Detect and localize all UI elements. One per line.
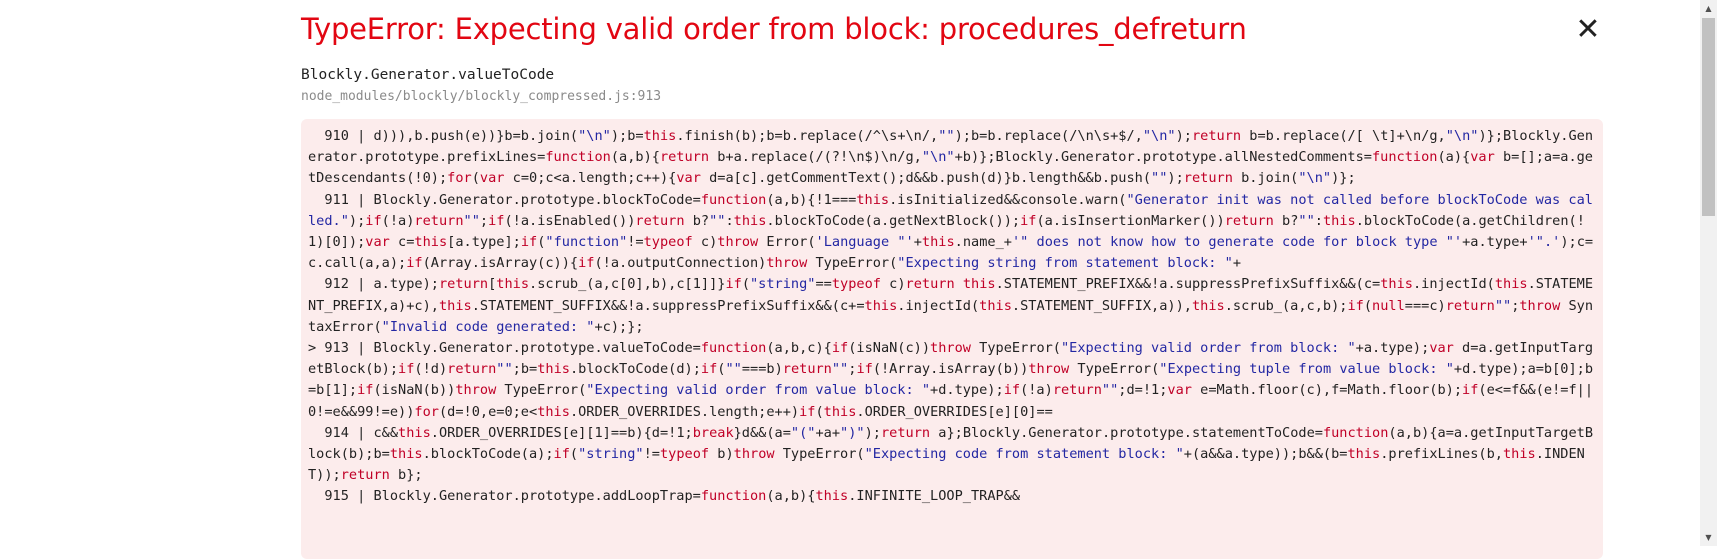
stack-frame-file[interactable]: node_modules/blockly/blockly_compressed.… bbox=[301, 89, 661, 104]
code-line-913-highlighted: > 913 | Blockly.Generator.prototype.valu… bbox=[308, 338, 1598, 423]
line-prefix: > 913 | bbox=[308, 340, 374, 357]
line-prefix: 912 | bbox=[308, 276, 374, 293]
close-icon[interactable]: ✕ bbox=[1572, 14, 1604, 46]
scroll-up-arrow-icon[interactable]: ▲ bbox=[1700, 0, 1717, 17]
scroll-down-arrow-icon[interactable]: ▼ bbox=[1700, 529, 1717, 546]
line-code: Blockly.Generator.prototype.blockToCode=… bbox=[308, 191, 1594, 272]
code-line-910: 910 | d))),b.push(e))}b=b.join("\n");b=t… bbox=[308, 126, 1598, 190]
code-line-912: 912 | a.type);return[this.scrub_(a,c[0],… bbox=[308, 274, 1598, 338]
code-lines: 910 | d))),b.push(e))}b=b.join("\n");b=t… bbox=[308, 126, 1598, 508]
code-snippet: 910 | d))),b.push(e))}b=b.join("\n");b=t… bbox=[301, 119, 1603, 559]
line-prefix: 910 | bbox=[308, 128, 374, 144]
line-code: d))),b.push(e))}b=b.join("\n");b=this.fi… bbox=[308, 128, 1594, 187]
stack-frame-function: Blockly.Generator.valueToCode bbox=[301, 67, 555, 83]
line-prefix: 911 | bbox=[308, 191, 374, 208]
error-title: TypeError: Expecting valid order from bl… bbox=[301, 12, 1247, 46]
line-code: Blockly.Generator.prototype.addLoopTrap=… bbox=[373, 488, 1021, 505]
line-code: Blockly.Generator.prototype.valueToCode=… bbox=[308, 340, 1594, 420]
code-line-914: 914 | c&&this.ORDER_OVERRIDES[e][1]==b){… bbox=[308, 423, 1598, 487]
line-code: c&&this.ORDER_OVERRIDES[e][1]==b){d=!1;b… bbox=[308, 424, 1594, 484]
line-prefix: 914 | bbox=[308, 424, 374, 441]
error-overlay: TypeError: Expecting valid order from bl… bbox=[0, 0, 1700, 559]
line-prefix: 915 | bbox=[308, 488, 374, 505]
scrollbar-thumb[interactable] bbox=[1702, 18, 1715, 216]
vertical-scrollbar[interactable]: ▲ ▼ bbox=[1700, 0, 1717, 546]
code-line-911: 911 | Blockly.Generator.prototype.blockT… bbox=[308, 190, 1598, 275]
line-code: a.type);return[this.scrub_(a,c[0],b),c[1… bbox=[308, 276, 1594, 335]
code-line-915: 915 | Blockly.Generator.prototype.addLoo… bbox=[308, 486, 1598, 507]
